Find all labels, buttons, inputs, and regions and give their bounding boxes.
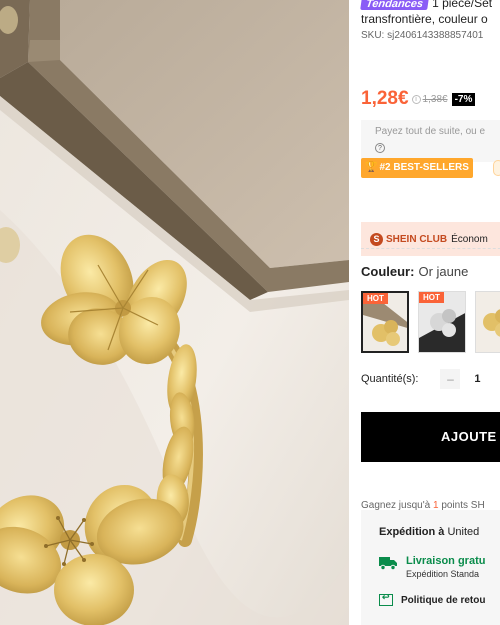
hot-badge: HOT — [363, 293, 388, 304]
shipping-country: United — [447, 526, 480, 538]
club-text: Économ — [451, 233, 488, 245]
truck-icon — [379, 557, 397, 570]
free-shipping-row[interactable]: Livraison gratu Expédition Standa — [379, 555, 500, 579]
info-icon[interactable]: i — [411, 94, 421, 104]
shein-club-banner[interactable]: S SHEIN CLUB Économ — [361, 222, 500, 256]
trend-badge[interactable]: Tendances — [360, 0, 429, 10]
quantity-label: Quantité(s): — [361, 373, 419, 385]
bestseller-label: #2 BEST-SELLERS — [379, 162, 469, 173]
color-option-image — [476, 292, 500, 352]
quantity-minus-button[interactable]: – — [440, 369, 461, 389]
sku-text: SKU: sj2406143388857401 — [361, 30, 484, 41]
shipping-destination[interactable]: Expédition à United — [379, 526, 500, 538]
discount-badge: -7% — [451, 92, 476, 106]
product-title-line2: transfrontière, couleur o — [361, 12, 488, 26]
color-value: Or jaune — [418, 264, 469, 279]
original-price: 1,38€ — [422, 93, 448, 105]
quantity-value[interactable]: 1 — [460, 369, 494, 389]
shipping-method: Expédition Standa — [406, 569, 480, 579]
color-label: Couleur: — [361, 264, 415, 279]
color-options: HOT HOT — [361, 291, 500, 353]
payment-text: Payez tout de suite, ou e — [375, 126, 486, 137]
add-to-cart-button[interactable]: AJOUTE — [361, 412, 500, 462]
product-title: Tendances 1 pièce/Set — [360, 0, 493, 10]
color-option-2[interactable]: HOT — [418, 291, 466, 353]
divider — [361, 248, 500, 249]
shipping-title: Expédition à — [379, 526, 445, 538]
return-policy-row[interactable]: Politique de retou — [379, 592, 500, 606]
help-icon[interactable]: ? — [375, 143, 385, 153]
product-image[interactable] — [0, 0, 349, 625]
trophy-icon: 🏆 — [365, 162, 378, 173]
color-option-3[interactable] — [475, 291, 500, 353]
price-row: 1,28€ i 1,38€ -7% — [361, 88, 476, 110]
current-price: 1,28€ — [361, 88, 409, 109]
return-policy-label: Politique de retou — [401, 594, 486, 606]
bestseller-more-icon[interactable] — [493, 160, 500, 176]
return-icon — [379, 592, 393, 606]
color-row: Couleur: Or jaune — [361, 264, 468, 279]
shipping-box: Expédition à United Livraison gratu Expé… — [361, 510, 500, 625]
color-option-1[interactable]: HOT — [361, 291, 409, 353]
product-title-text: 1 pièce/Set — [432, 0, 493, 10]
club-name: SHEIN CLUB — [386, 233, 448, 245]
club-logo-icon: S — [370, 232, 383, 246]
product-info-panel: Tendances 1 pièce/Set transfrontière, cou… — [349, 0, 500, 625]
bestseller-badge[interactable]: 🏆 #2 BEST-SELLERS — [361, 158, 473, 178]
quantity-row: Quantité(s): – 1 — [361, 369, 494, 389]
free-shipping-title: Livraison gratu — [406, 555, 486, 567]
hot-badge: HOT — [419, 292, 444, 303]
payment-info: Payez tout de suite, ou e ? — [361, 120, 500, 162]
